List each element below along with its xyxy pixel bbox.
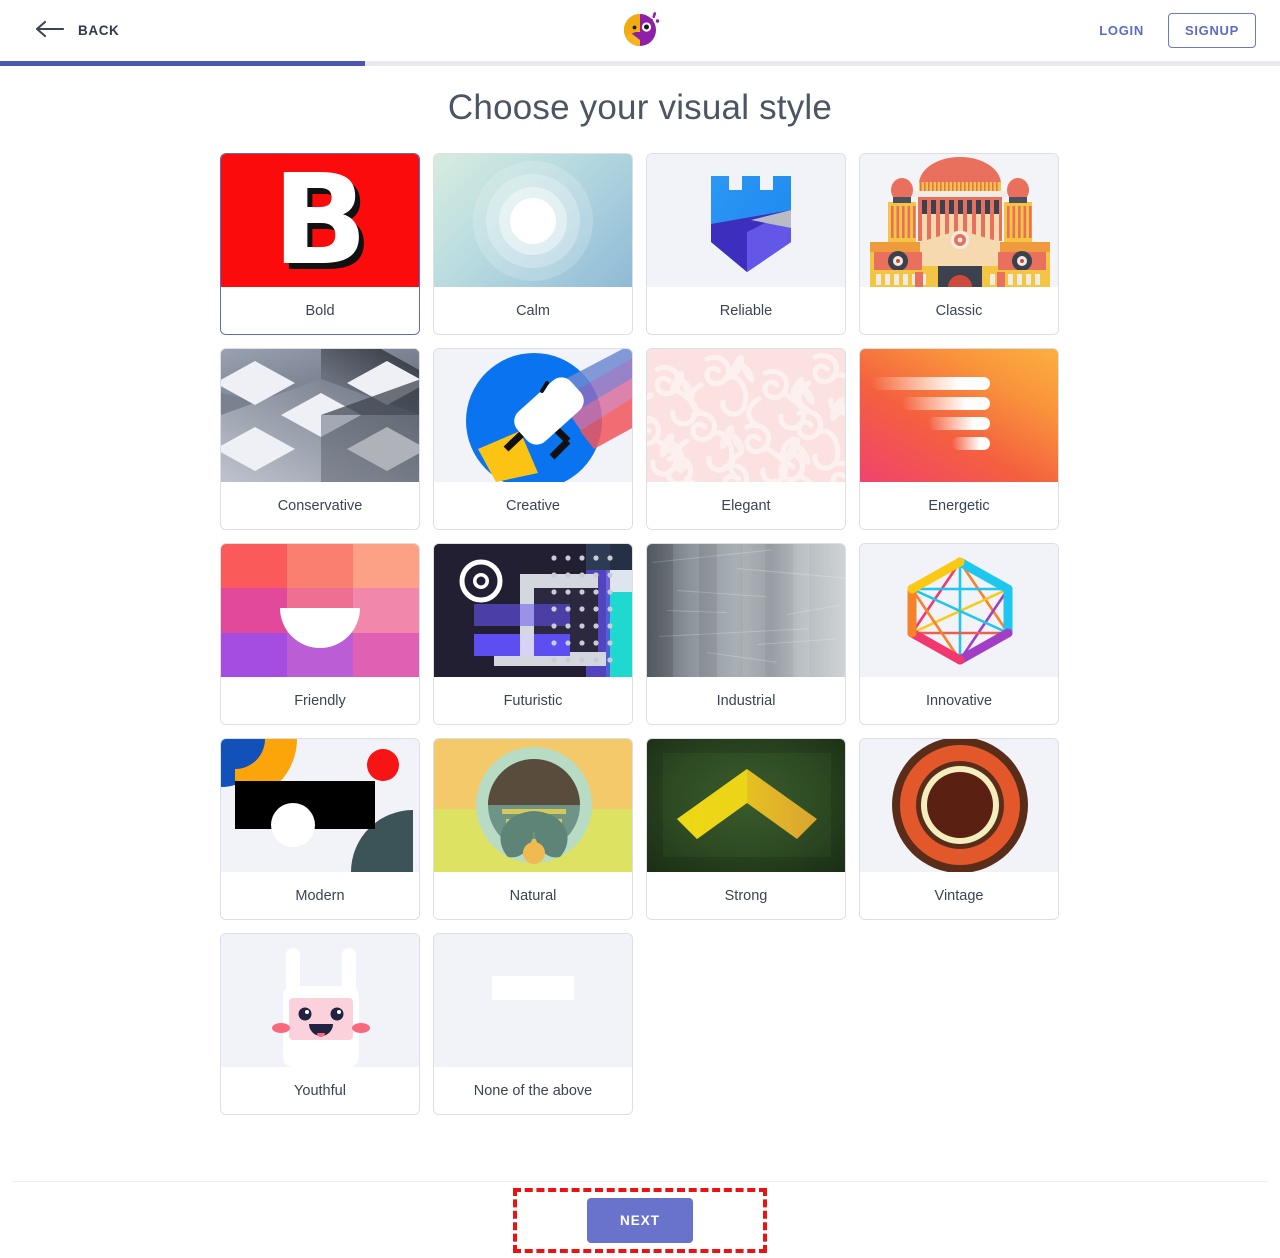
style-card-modern[interactable]: Modern [220,738,420,920]
style-thumbnail-youthful-icon [221,934,419,1067]
style-thumbnail-elegant-icon [647,349,845,482]
style-thumbnail-strong-icon [647,739,845,872]
style-thumbnail-natural-icon [434,739,632,872]
next-button-annotation: NEXT [512,1187,767,1253]
style-card-label: Modern [221,872,419,919]
style-thumbnail-creative-icon [434,349,632,482]
style-thumbnail-classic-icon [860,154,1058,287]
next-button[interactable]: NEXT [586,1197,693,1243]
arrow-left-icon [34,19,65,42]
style-thumbnail-industrial-icon [647,544,845,677]
style-card-grid: B Bold Calm Reliable Classic Conservative Crea… [220,153,1060,1115]
style-thumbnail-calm-icon [434,154,632,287]
style-thumbnail-none-icon [434,934,632,1067]
style-card-label: Bold [221,287,419,334]
style-card-label: Strong [647,872,845,919]
style-card-friendly[interactable]: Friendly [220,543,420,725]
style-card-label: Energetic [860,482,1058,529]
style-card-industrial[interactable]: Industrial [646,543,846,725]
style-card-label: Reliable [647,287,845,334]
none-dash-glyph [492,976,574,1000]
style-thumbnail-friendly-icon [221,544,419,677]
style-card-creative[interactable]: Creative [433,348,633,530]
style-thumbnail-conservative-icon [221,349,419,482]
style-thumbnail-bold-icon: B [221,154,419,287]
page-title: Choose your visual style [447,88,833,127]
style-card-vintage[interactable]: Vintage [859,738,1059,920]
style-card-energetic[interactable]: Energetic [859,348,1059,530]
signup-button[interactable]: SIGNUP [1167,13,1256,48]
footer-actions: NEXT [0,1182,1280,1258]
style-card-label: Vintage [860,872,1058,919]
style-card-label: Industrial [647,677,845,724]
style-card-natural[interactable]: Natural [433,738,633,920]
style-card-label: Innovative [860,677,1058,724]
style-card-label: Classic [860,287,1058,334]
style-card-conservative[interactable]: Conservative [220,348,420,530]
style-card-calm[interactable]: Calm [433,153,633,335]
style-card-label: Conservative [221,482,419,529]
style-card-label: Elegant [647,482,845,529]
header-actions: LOGIN SIGNUP [1093,0,1256,61]
style-card-label: Creative [434,482,632,529]
style-card-youthful[interactable]: Youthful [220,933,420,1115]
style-card-bold[interactable]: B Bold [220,153,420,335]
progress-fill [0,61,365,66]
style-thumbnail-futuristic-icon [434,544,632,677]
login-button[interactable]: LOGIN [1093,19,1150,42]
style-card-classic[interactable]: Classic [859,153,1059,335]
style-thumbnail-vintage-icon [860,739,1058,872]
style-thumbnail-energetic-icon [860,349,1058,482]
app-header: BACK LOGIN SIGNUP [0,0,1280,61]
back-label: BACK [78,23,120,38]
onboarding-progress-bar [0,61,1280,66]
style-card-futuristic[interactable]: Futuristic [433,543,633,725]
style-card-label: Youthful [221,1067,419,1114]
style-card-label: Calm [434,287,632,334]
style-card-label: Natural [434,872,632,919]
style-thumbnail-innovative-icon [860,544,1058,677]
back-button[interactable]: BACK [34,19,119,42]
style-card-none[interactable]: None of the above [433,933,633,1115]
bold-letter-glyph: B [272,154,368,287]
style-card-label: Friendly [221,677,419,724]
style-card-elegant[interactable]: Elegant [646,348,846,530]
style-thumbnail-modern-icon [221,739,419,872]
style-card-innovative[interactable]: Innovative [859,543,1059,725]
style-card-label: None of the above [434,1067,632,1114]
style-card-strong[interactable]: Strong [646,738,846,920]
style-card-label: Futuristic [434,677,632,724]
style-card-reliable[interactable]: Reliable [646,153,846,335]
parrot-logo-icon[interactable] [617,8,663,52]
style-thumbnail-reliable-icon [647,154,845,287]
